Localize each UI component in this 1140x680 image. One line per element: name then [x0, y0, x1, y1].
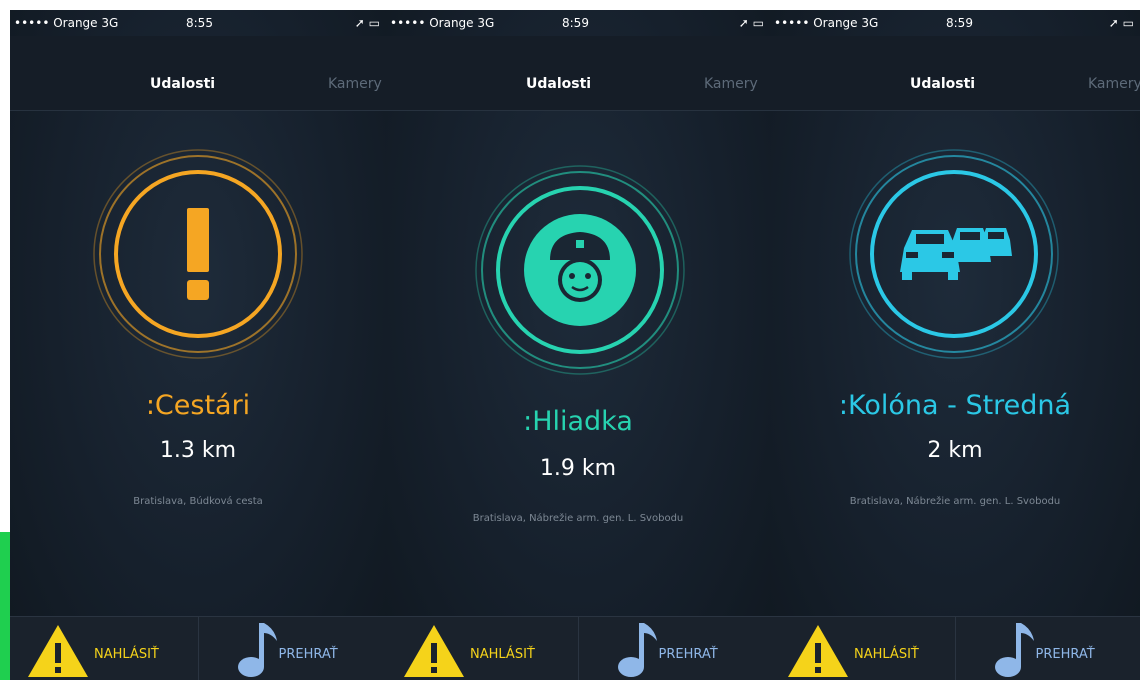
music-note-icon [237, 623, 277, 677]
status-bar: ••••• Orange 3G 8:59 ➚ ▭ [770, 10, 1140, 36]
event-title: :Kolóna - Stredná [838, 390, 1072, 421]
clock: 8:59 [946, 16, 973, 30]
report-button[interactable]: NAHLÁSIŤ [386, 617, 578, 680]
location-battery-icon: ➚ ▭ [738, 16, 764, 30]
play-label: PREHRAŤ [658, 647, 718, 662]
play-button[interactable]: PREHRAŤ [197, 617, 387, 680]
report-button[interactable]: NAHLÁSIŤ [770, 617, 955, 680]
carrier-signal: ••••• Orange 3G [774, 16, 879, 30]
traffic-jam-cars-icon [849, 149, 1059, 359]
event-address: Bratislava, Búdková cesta [133, 496, 263, 507]
event-distance: 1.3 km [159, 438, 237, 463]
warning-icon [788, 625, 848, 677]
report-label: NAHLÁSIŤ [94, 647, 159, 662]
play-button[interactable]: PREHRAŤ [577, 617, 771, 680]
tab-kamery[interactable]: Kamery [704, 76, 758, 92]
location-battery-icon: ➚ ▭ [354, 16, 380, 30]
bottom-action-bar: NAHLÁSIŤ PREHRAŤ [10, 616, 386, 680]
report-label: NAHLÁSIŤ [470, 647, 535, 662]
carrier-signal: ••••• Orange 3G [390, 16, 495, 30]
event-distance: 2 km [927, 438, 983, 463]
event-icon-button[interactable] [844, 144, 1064, 364]
event-icon-button[interactable] [470, 160, 690, 380]
clock: 8:55 [186, 16, 213, 30]
music-note-icon [994, 623, 1034, 677]
report-button[interactable]: NAHLÁSIŤ [10, 617, 198, 680]
event-address: Bratislava, Nábrežie arm. gen. L. Svobod… [849, 496, 1061, 507]
report-label: NAHLÁSIŤ [854, 647, 919, 662]
screen-kolona: ••••• Orange 3G 8:59 ➚ ▭ Udalosti Kamery [770, 10, 1140, 680]
screens-strip: ••••• Orange 3G 8:55 ➚ ▭ Udalosti Kamery… [10, 10, 1140, 680]
clock: 8:59 [562, 16, 589, 30]
event-distance: 1.9 km [539, 456, 617, 481]
nav-bar: Udalosti Kamery [386, 36, 770, 111]
music-note-icon [617, 623, 657, 677]
tab-udalosti[interactable]: Udalosti [150, 76, 215, 92]
tab-udalosti[interactable]: Udalosti [526, 76, 591, 92]
nav-bar: Udalosti Kamery [10, 36, 386, 111]
exclamation-icon [93, 149, 303, 359]
play-label: PREHRAŤ [1035, 647, 1095, 662]
tab-udalosti[interactable]: Udalosti [910, 76, 975, 92]
location-battery-icon: ➚ ▭ [1108, 16, 1134, 30]
warning-icon [28, 625, 88, 677]
warning-icon [404, 625, 464, 677]
play-button[interactable]: PREHRAŤ [954, 617, 1140, 680]
bottom-action-bar: NAHLÁSIŤ PREHRAŤ [770, 616, 1140, 680]
play-label: PREHRAŤ [278, 647, 338, 662]
screen-hliadka: ••••• Orange 3G 8:59 ➚ ▭ Udalosti Kamery [386, 10, 770, 680]
carrier-signal: ••••• Orange 3G [14, 16, 119, 30]
status-bar: ••••• Orange 3G 8:59 ➚ ▭ [386, 10, 770, 36]
police-officer-icon [475, 165, 685, 375]
tab-kamery[interactable]: Kamery [1088, 76, 1140, 92]
screen-cestari: ••••• Orange 3G 8:55 ➚ ▭ Udalosti Kamery… [10, 10, 386, 680]
event-title: :Hliadka [523, 406, 633, 437]
event-icon-button[interactable] [88, 144, 308, 364]
nav-bar: Udalosti Kamery [770, 36, 1140, 111]
status-bar: ••••• Orange 3G 8:55 ➚ ▭ [10, 10, 386, 36]
event-address: Bratislava, Nábrežie arm. gen. L. Svobod… [472, 513, 684, 524]
bottom-action-bar: NAHLÁSIŤ PREHRAŤ [386, 616, 770, 680]
tab-kamery[interactable]: Kamery [328, 76, 382, 92]
event-title: :Cestári [145, 390, 251, 421]
